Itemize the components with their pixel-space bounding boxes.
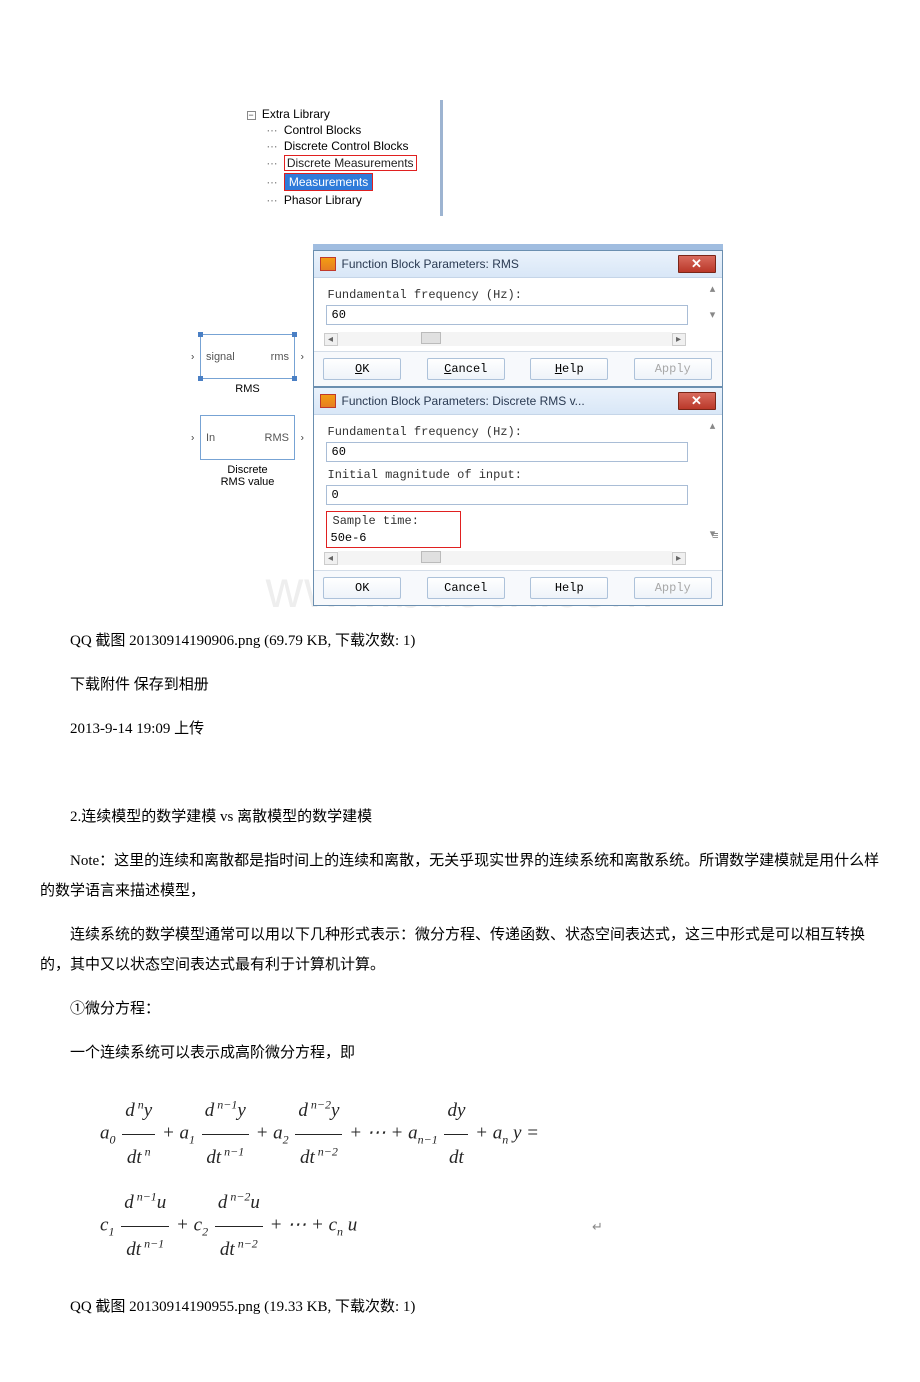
tree-branch-icon: ⋯	[267, 158, 278, 170]
cancel-button[interactable]: Cancel	[427, 577, 505, 599]
simulink-icon	[320, 394, 336, 408]
simulink-block-discrete-rms[interactable]: › In RMS ›	[200, 415, 295, 460]
highlight-box-sample-time: Sample time:	[326, 511, 461, 548]
dialog-button-row: OK Cancel Help Apply	[314, 570, 722, 605]
scrollbar-track[interactable]	[338, 332, 672, 346]
field-label-sample-time: Sample time:	[333, 514, 456, 528]
tree-root-label: Extra Library	[262, 107, 330, 121]
block-title-discrete-rms: Discrete RMS value	[198, 464, 298, 488]
dialog-title: Function Block Parameters: Discrete RMS …	[342, 394, 585, 408]
dialog-button-row: OOKK Cancel Help Apply	[314, 351, 722, 386]
scroll-up-icon[interactable]: ▴	[706, 419, 720, 432]
tree-branch-icon: ⋯	[267, 177, 278, 189]
section-heading-2: 2.连续模型的数学建模 vs 离散模型的数学建模	[40, 802, 880, 832]
dialog-rms-parameters: Function Block Parameters: RMS ✕ ▴ Funda…	[313, 250, 723, 387]
field-label-fundamental-freq: Fundamental frequency (Hz):	[328, 425, 714, 439]
horizontal-scrollbar[interactable]: ◂ ▸	[324, 331, 686, 347]
block-output-label: RMS	[265, 432, 289, 444]
selection-handle	[292, 376, 297, 381]
block-input-label: signal	[206, 351, 235, 363]
cancel-button[interactable]: Cancel	[427, 358, 505, 380]
tree-item-label: Discrete Measurements	[287, 156, 414, 170]
tree-item-label: Phasor Library	[284, 193, 362, 207]
tree-item-discrete-control-blocks[interactable]: ⋯ Discrete Control Blocks	[267, 138, 436, 154]
help-button[interactable]: Help	[530, 577, 608, 599]
apply-button[interactable]: Apply	[634, 358, 712, 380]
tree-item-phasor-library[interactable]: ⋯ Phasor Library	[267, 192, 436, 208]
tree-item-control-blocks[interactable]: ⋯ Control Blocks	[267, 122, 436, 138]
field-label-initial-magnitude: Initial magnitude of input:	[328, 468, 714, 482]
differential-equation: a0 d nydt n + a1 d n−1ydt n−1 + a2 d n−2…	[100, 1088, 880, 1272]
tree-branch-icon: ⋯	[267, 141, 278, 153]
library-tree-panel: − Extra Library ⋯ Control Blocks ⋯ Discr…	[243, 100, 443, 216]
dialog-titlebar[interactable]: Function Block Parameters: RMS ✕	[314, 251, 722, 278]
scroll-left-icon[interactable]: ◂	[324, 552, 338, 565]
simulink-block-rms[interactable]: › signal rms ›	[200, 334, 295, 379]
dialog-discrete-rms-parameters: Function Block Parameters: Discrete RMS …	[313, 387, 723, 606]
highlight-box: Discrete Measurements	[284, 155, 417, 171]
block-output-port-icon[interactable]: ›	[301, 351, 304, 362]
tree-selected-label: Measurements	[285, 174, 372, 190]
ok-button[interactable]: OK	[323, 577, 401, 599]
input-sample-time[interactable]	[331, 531, 456, 545]
tree-collapse-icon[interactable]: −	[247, 111, 256, 120]
horizontal-scrollbar[interactable]: ◂ ▸	[324, 550, 686, 566]
scrollbar-track[interactable]	[338, 551, 672, 565]
paragraph-note: Note：这里的连续和离散都是指时间上的连续和离散，无关乎现实世界的连续系统和离…	[40, 846, 880, 906]
tree-root-item[interactable]: − Extra Library	[247, 106, 436, 122]
selection-handle	[198, 376, 203, 381]
field-label-fundamental-freq: Fundamental frequency (Hz):	[328, 288, 714, 302]
scroll-down-icon[interactable]: ▾	[706, 308, 720, 321]
tree-branch-icon: ⋯	[267, 125, 278, 137]
scroll-right-icon[interactable]: ▸	[672, 552, 686, 565]
caption-file-2: QQ 截图 20130914190955.png (19.33 KB, 下载次数…	[40, 1292, 880, 1322]
block-input-port-icon[interactable]: ›	[191, 432, 194, 443]
dialog-title: Function Block Parameters: RMS	[342, 257, 519, 271]
scroll-down-icon[interactable]: ▾	[706, 527, 720, 540]
scrollbar-thumb[interactable]	[421, 551, 441, 563]
block-output-port-icon[interactable]: ›	[301, 432, 304, 443]
close-button[interactable]: ✕	[678, 255, 716, 273]
tree-branch-icon: ⋯	[267, 195, 278, 207]
paragraph-body: 连续系统的数学模型通常可以用以下几种形式表示：微分方程、传递函数、状态空间表达式…	[40, 920, 880, 980]
dialog-titlebar[interactable]: Function Block Parameters: Discrete RMS …	[314, 388, 722, 415]
scroll-up-icon[interactable]: ▴	[706, 282, 720, 295]
scroll-left-icon[interactable]: ◂	[324, 333, 338, 346]
enter-symbol-icon: ↵	[592, 1211, 603, 1242]
tree-item-measurements[interactable]: ⋯ Measurements	[267, 172, 436, 192]
paragraph-intro-eq: 一个连续系统可以表示成高阶微分方程，即	[40, 1038, 880, 1068]
close-button[interactable]: ✕	[678, 392, 716, 410]
upload-timestamp: 2013-9-14 19:09 上传	[40, 714, 880, 744]
tree-item-label: Control Blocks	[284, 123, 361, 137]
simulink-icon	[320, 257, 336, 271]
block-input-label: In	[206, 432, 215, 444]
scrollbar-thumb[interactable]	[421, 332, 441, 344]
highlight-box: Measurements	[284, 173, 373, 191]
caption-file-1: QQ 截图 20130914190906.png (69.79 KB, 下载次数…	[40, 626, 880, 656]
help-button[interactable]: Help	[530, 358, 608, 380]
download-actions[interactable]: 下载附件 保存到相册	[40, 670, 880, 700]
input-initial-magnitude[interactable]	[326, 485, 688, 505]
subheading-diff-eq: ①微分方程：	[40, 994, 880, 1024]
ok-button[interactable]: OOKK	[323, 358, 401, 380]
input-fundamental-freq[interactable]	[326, 442, 688, 462]
input-fundamental-freq[interactable]	[326, 305, 688, 325]
block-title-rms: RMS	[198, 383, 298, 395]
block-output-label: rms	[271, 351, 289, 363]
tree-item-discrete-measurements[interactable]: ⋯ Discrete Measurements	[267, 154, 436, 172]
block-input-port-icon[interactable]: ›	[191, 351, 194, 362]
apply-button[interactable]: Apply	[634, 577, 712, 599]
scroll-right-icon[interactable]: ▸	[672, 333, 686, 346]
tree-item-label: Discrete Control Blocks	[284, 139, 409, 153]
